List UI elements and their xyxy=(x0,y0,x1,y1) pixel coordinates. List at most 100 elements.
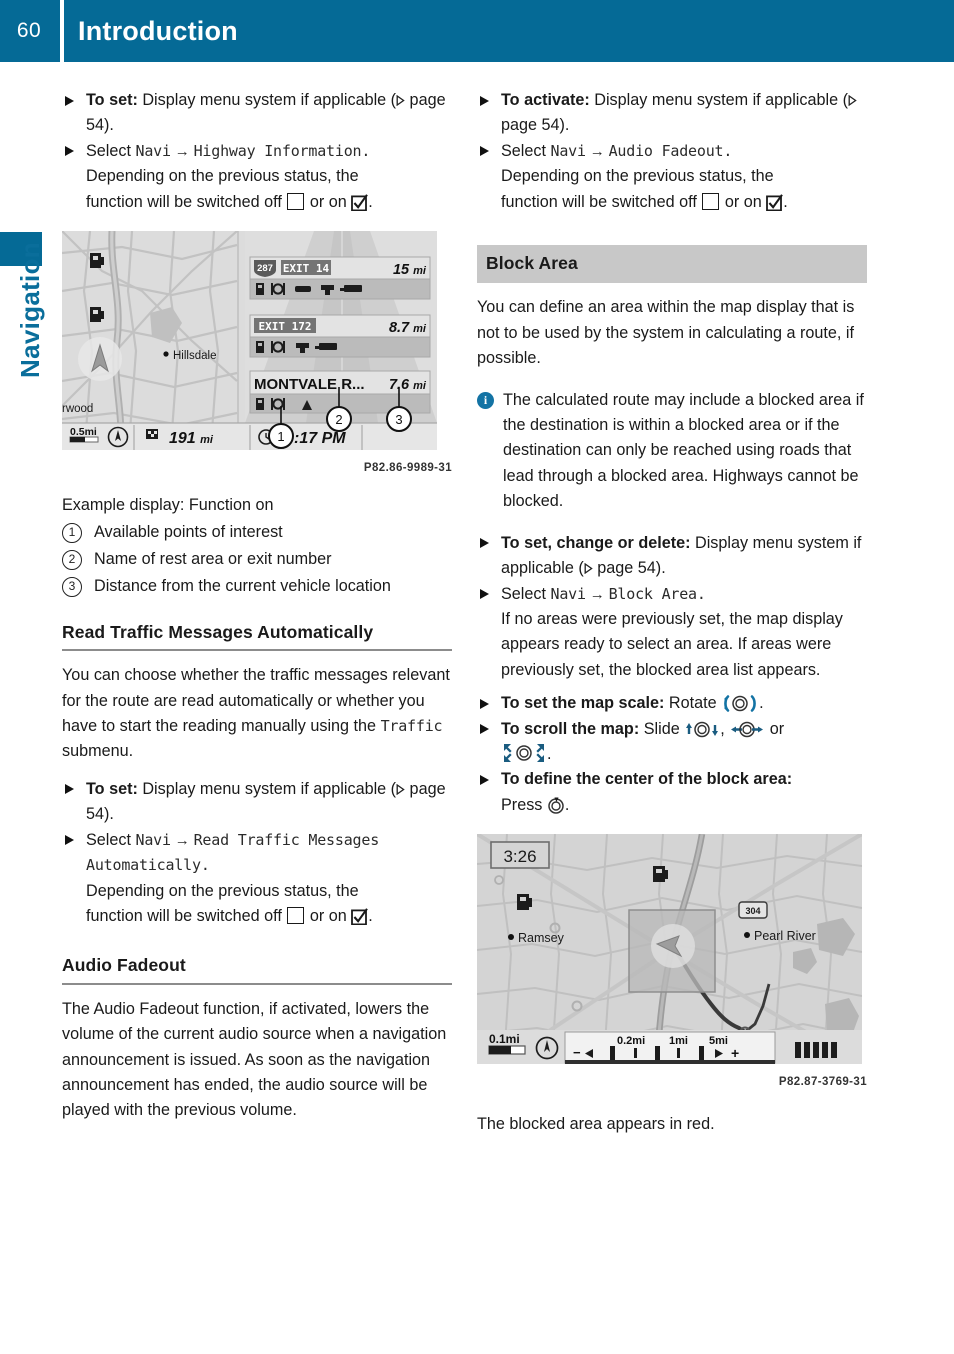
step-scroll-or: or xyxy=(765,719,785,738)
select-word: Select xyxy=(86,141,136,160)
svg-text:Ramsey: Ramsey xyxy=(518,931,565,945)
menu-path-root: Navi xyxy=(550,584,587,603)
menu-path-root: Navi xyxy=(135,830,172,849)
select-word: Select xyxy=(501,584,551,603)
legend-item-1: 1 Available points of interest xyxy=(62,519,452,546)
checkbox-checked-icon xyxy=(766,193,784,211)
svg-text:287: 287 xyxy=(257,263,273,274)
svg-text:5mi: 5mi xyxy=(709,1035,728,1047)
step-text: Press xyxy=(501,795,547,814)
svg-text:2: 2 xyxy=(335,412,342,427)
legend-text: Name of rest area or exit number xyxy=(94,549,332,568)
followup-line-1: Depending on the previous status, the xyxy=(86,881,359,900)
svg-text:3: 3 xyxy=(395,412,402,427)
svg-text:+: + xyxy=(731,1045,739,1061)
figure-code: P82.86-9989-31 xyxy=(363,462,452,475)
zoom-scale-panel: 0.2mi 1mi 5mi − + xyxy=(564,1031,776,1065)
step-center-end: . xyxy=(564,795,570,814)
nav-status-bar: 0.5mi 191 mi:17 PM xyxy=(62,422,437,451)
svg-text:0.2mi: 0.2mi xyxy=(617,1035,645,1047)
bullet-triangle-icon xyxy=(65,835,74,846)
info-icon: i xyxy=(477,391,494,409)
exit-card-1: 287 EXIT 14 15 mi xyxy=(249,256,431,300)
section-heading-audio-fadeout: Audio Fadeout xyxy=(62,953,452,985)
svg-text:15 mi: 15 mi xyxy=(393,262,427,278)
svg-text:MONTVALE R...: MONTVALE R... xyxy=(254,376,365,393)
followup-end: . xyxy=(368,906,373,925)
step-text: Display menu system if applicable ( xyxy=(137,779,397,798)
svg-text:3:26: 3:26 xyxy=(503,847,536,866)
svg-text:0.1mi: 0.1mi xyxy=(489,1032,520,1046)
menu-path-leaf: Block Area xyxy=(608,584,698,603)
destination-flag-icon xyxy=(146,429,158,440)
step-to-set-change-delete: To set, change or delete: Display menu s… xyxy=(477,531,867,582)
bullet-triangle-icon xyxy=(480,698,489,709)
svg-text:304: 304 xyxy=(745,906,760,916)
step-text: Slide xyxy=(639,719,685,738)
followup-line-1: Depending on the previous status, the xyxy=(501,167,774,186)
menu-path-arrow: → xyxy=(170,142,194,160)
page-ref-icon xyxy=(396,95,405,106)
nav-screen-block-area: 3:26 304 Ramsey Pearl River 0.1mi 0.2mi … xyxy=(477,834,862,1065)
info-note-block-area: i The calculated route may include a blo… xyxy=(477,388,867,515)
step-lead: To set: xyxy=(86,91,138,109)
exit-card-2: EXIT 172 8.7 mi xyxy=(249,314,431,358)
select-word: Select xyxy=(86,830,136,849)
menu-path-arrow: → xyxy=(585,142,609,160)
step-lead: To set, change or delete: xyxy=(501,533,691,552)
bullet-triangle-icon xyxy=(65,146,74,157)
menu-path-arrow: → xyxy=(585,585,609,603)
step-page-ref: page 54). xyxy=(592,559,666,578)
controller-rotate-icon xyxy=(721,694,759,713)
route-shield-304: 304 xyxy=(738,901,768,919)
svg-text:1: 1 xyxy=(277,429,284,444)
page-ref-icon xyxy=(396,783,405,795)
nav-screen-block-area-graphic: 3:26 304 Ramsey Pearl River 0.1mi 0.2mi … xyxy=(477,834,862,1065)
left-column: To set: Display menu system if applicabl… xyxy=(62,88,452,1124)
figure2-caption: The blocked area appears in red. xyxy=(477,1114,715,1133)
menu-path-leaf: Audio Fadeout xyxy=(608,141,724,160)
svg-text:Hillsdale: Hillsdale xyxy=(173,350,216,362)
map-clock: 3:26 xyxy=(490,841,550,869)
step-scale-end: . xyxy=(759,694,764,713)
menu-path-leaf: Highway Information xyxy=(193,141,362,160)
bullet-triangle-icon xyxy=(480,589,489,599)
step-lead: To activate: xyxy=(501,91,590,109)
bullet-triangle-icon xyxy=(480,146,489,157)
controller-slide-vertical-icon xyxy=(684,720,720,739)
svg-text:EXIT 14: EXIT 14 xyxy=(283,262,330,275)
block-area-body: You can define an area within the map di… xyxy=(477,298,855,368)
checkbox-unchecked-icon xyxy=(287,192,305,210)
controller-slide-horizontal-icon xyxy=(729,720,765,739)
bullet-triangle-icon xyxy=(480,774,489,785)
nav-screen-highway: Hillsdale rwood 287 EXIT 14 15 mi EXIT 1… xyxy=(62,231,437,451)
page-title: Introduction xyxy=(78,15,238,46)
map-bottom-bar: 0.1mi 0.2mi 1mi 5mi − + xyxy=(477,1030,862,1065)
step-select-highway-information: Select Navi → Highway Information. Depen… xyxy=(62,139,452,215)
followup-line-3: or on xyxy=(309,192,347,211)
svg-text:7.6 mi: 7.6 mi xyxy=(389,377,427,393)
bullet-triangle-icon xyxy=(480,538,489,549)
bullet-triangle-icon xyxy=(65,95,74,106)
step-lead: To define the center of the block area: xyxy=(501,770,793,789)
step-set-map-scale: To set the map scale: Rotate . xyxy=(477,691,867,716)
svg-text:−: − xyxy=(573,1045,581,1060)
legend-item-3: 3 Distance from the current vehicle loca… xyxy=(62,573,452,600)
section-heading-block-area: Block Area xyxy=(477,245,867,284)
menu-path-period: . xyxy=(723,141,733,160)
checkbox-unchecked-icon xyxy=(702,192,720,210)
followup-line-3: or on xyxy=(309,906,347,925)
read-traffic-submenu-name: Traffic xyxy=(380,717,443,736)
step-lead: To set the map scale: xyxy=(501,694,665,713)
side-tab-label: Navigation xyxy=(14,242,45,378)
legend-number: 1 xyxy=(62,522,82,543)
right-column: To activate: Display menu system if appl… xyxy=(477,88,867,1137)
step-to-set-read-traffic: To set: Display menu system if applicabl… xyxy=(62,777,452,828)
step-to-activate-audio-fadeout: To activate: Display menu system if appl… xyxy=(477,88,867,139)
legend-number: 2 xyxy=(62,549,82,570)
step-text: Display menu system if applicable ( xyxy=(589,91,848,109)
legend-number: 3 xyxy=(62,576,82,597)
followup-line-2: function will be switched off xyxy=(86,192,282,211)
svg-text:0.5mi: 0.5mi xyxy=(70,426,97,438)
section-heading-read-traffic: Read Traffic Messages Automatically xyxy=(62,620,452,652)
